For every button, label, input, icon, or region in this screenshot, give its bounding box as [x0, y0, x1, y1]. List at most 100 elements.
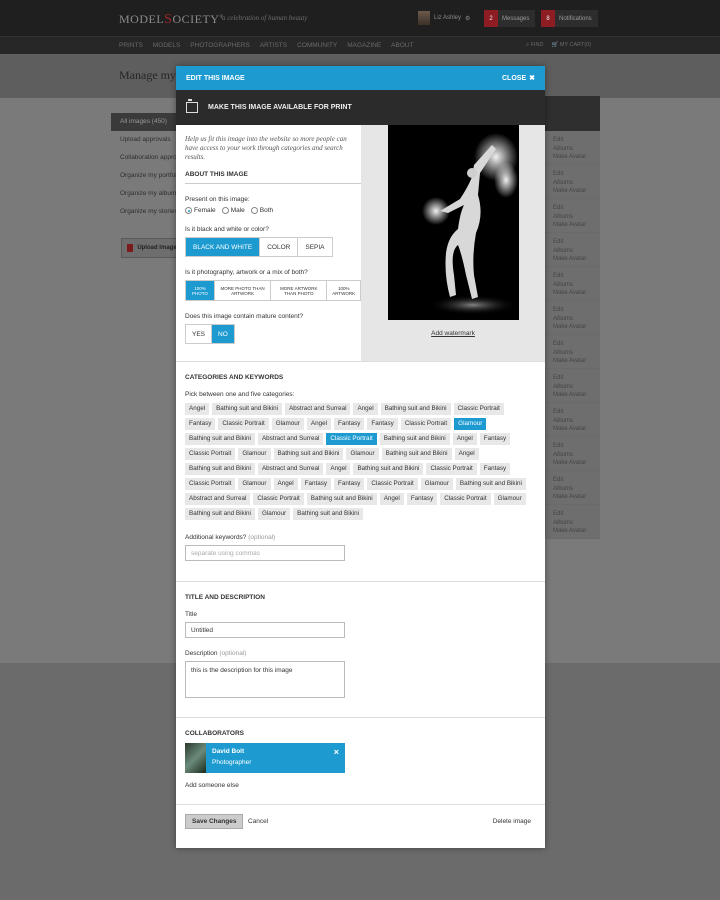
nav-item-about[interactable]: ABOUT	[391, 42, 413, 49]
site-logo[interactable]: MODELSOCIETY®	[119, 12, 224, 28]
albums-link[interactable]: Albums	[553, 145, 600, 154]
make-avatar-link[interactable]: Make Avatar	[553, 187, 600, 196]
category-tag[interactable]: Angel	[353, 403, 378, 415]
edit-link[interactable]: Edit	[553, 238, 600, 247]
save-changes-button[interactable]: Save Changes	[185, 814, 244, 829]
close-button[interactable]: CLOSE ✖	[502, 74, 535, 83]
category-tag[interactable]: Classic Portrait	[253, 493, 304, 505]
albums-link[interactable]: Albums	[553, 451, 600, 460]
sidebar-item-all-images-450[interactable]: All images (450)	[111, 113, 181, 131]
category-tag[interactable]: Angel	[273, 478, 298, 490]
cart-link[interactable]: 🛒 MY CART(0)	[551, 42, 591, 49]
bw-option-color[interactable]: COLOR	[260, 238, 299, 256]
cancel-link[interactable]: Cancel	[248, 818, 268, 825]
category-tag[interactable]: Bathing suit and Bikini	[185, 508, 255, 520]
category-tag[interactable]: Abstract and Surreal	[257, 463, 324, 475]
category-tag[interactable]: Classic Portrait	[453, 403, 504, 415]
print-checkbox[interactable]	[186, 99, 198, 113]
category-tag[interactable]: Abstract and Surreal	[185, 493, 251, 505]
mix-option-more-photo-than-artwork[interactable]: MORE PHOTO THAN ARTWORK	[215, 281, 272, 300]
albums-link[interactable]: Albums	[553, 349, 600, 358]
make-avatar-link[interactable]: Make Avatar	[553, 425, 600, 434]
edit-link[interactable]: Edit	[553, 476, 600, 485]
category-tag[interactable]: Fantasy	[406, 493, 438, 505]
category-tag[interactable]: Fantasy	[479, 463, 511, 475]
category-tag[interactable]: Angel	[326, 463, 351, 475]
albums-link[interactable]: Albums	[553, 213, 600, 222]
category-tag[interactable]: Glamour	[238, 448, 271, 460]
find-link[interactable]: ⌕ FIND	[526, 42, 543, 49]
edit-link[interactable]: Edit	[553, 306, 600, 315]
make-avatar-link[interactable]: Make Avatar	[553, 221, 600, 230]
make-avatar-link[interactable]: Make Avatar	[553, 255, 600, 264]
albums-link[interactable]: Albums	[553, 417, 600, 426]
category-tag[interactable]: Fantasy	[479, 433, 511, 445]
nav-item-community[interactable]: COMMUNITY	[297, 42, 337, 49]
edit-link[interactable]: Edit	[553, 510, 600, 519]
category-tag[interactable]: Angel	[306, 418, 332, 430]
make-avatar-link[interactable]: Make Avatar	[553, 459, 600, 468]
category-tag[interactable]: Classic Portrait	[218, 418, 269, 430]
mature-option-yes[interactable]: YES	[186, 325, 213, 343]
category-tag[interactable]: Fantasy	[334, 418, 365, 430]
category-tag[interactable]: Glamour	[271, 418, 304, 430]
radio-circle[interactable]	[250, 207, 258, 214]
nav-item-magazine[interactable]: MAGAZINE	[347, 42, 381, 49]
make-avatar-link[interactable]: Make Avatar	[553, 357, 600, 366]
nav-item-artists[interactable]: ARTISTS	[260, 42, 287, 49]
mix-option-more-artwork-than-photo[interactable]: MORE ARTWORK THAN PHOTO	[271, 281, 328, 300]
edit-link[interactable]: Edit	[553, 170, 600, 179]
sidebar-item-organize-my-portfolio[interactable]: Organize my portfolio	[111, 167, 181, 185]
albums-link[interactable]: Albums	[553, 247, 600, 256]
category-tag[interactable]: Bathing suit and Bikini	[273, 448, 344, 460]
category-tag[interactable]: Classic Portrait	[440, 493, 491, 505]
sidebar-item-organize-my-albums[interactable]: Organize my albums	[111, 185, 181, 203]
category-tag[interactable]: Bathing suit and Bikini	[293, 508, 364, 520]
edit-link[interactable]: Edit	[553, 204, 600, 213]
category-tag[interactable]: Classic Portrait	[326, 433, 377, 445]
mix-option-100-artwork[interactable]: 100% ARTWORK	[327, 281, 360, 300]
category-tag[interactable]: Classic Portrait	[400, 418, 452, 430]
nav-item-prints[interactable]: PRINTS	[119, 42, 143, 49]
notifications-button[interactable]: 8 Notifications	[541, 10, 598, 27]
add-watermark-link[interactable]: Add watermark	[361, 330, 545, 337]
gear-icon[interactable]: ⚙	[465, 15, 470, 22]
category-tag[interactable]: Glamour	[454, 418, 487, 430]
bw-option-sepia[interactable]: SEPIA	[298, 238, 331, 256]
radio-female[interactable]: Female	[185, 207, 216, 214]
edit-link[interactable]: Edit	[553, 374, 600, 383]
albums-link[interactable]: Albums	[553, 281, 600, 290]
category-tag[interactable]: Angel	[452, 433, 477, 445]
make-avatar-link[interactable]: Make Avatar	[553, 289, 600, 298]
category-tag[interactable]: Glamour	[346, 448, 379, 460]
category-tag[interactable]: Bathing suit and Bikini	[185, 463, 255, 475]
make-avatar-link[interactable]: Make Avatar	[553, 527, 600, 536]
category-tag[interactable]: Bathing suit and Bikini	[380, 403, 451, 415]
category-tag[interactable]: Abstract and Surreal	[285, 403, 351, 415]
radio-circle[interactable]	[185, 207, 192, 214]
category-tag[interactable]: Angel	[185, 403, 210, 415]
category-tag[interactable]: Fantasy	[300, 478, 332, 490]
albums-link[interactable]: Albums	[553, 519, 600, 528]
sidebar-item-organize-my-stories[interactable]: Organize my stories	[111, 203, 181, 221]
mix-option-100-photo[interactable]: 100% PHOTO	[186, 281, 215, 300]
category-tag[interactable]: Glamour	[238, 478, 271, 490]
delete-image-link[interactable]: Delete image	[493, 818, 531, 825]
albums-link[interactable]: Albums	[553, 179, 600, 188]
sidebar-item-upload-approvals[interactable]: Upload approvals	[111, 131, 181, 149]
category-tag[interactable]: Abstract and Surreal	[257, 433, 324, 445]
title-input[interactable]: Untitled	[185, 622, 345, 638]
collaborator-card[interactable]: David Bolt Photographer ×	[185, 743, 345, 773]
user-menu[interactable]: Liz Ashley ⚙	[418, 11, 470, 25]
mature-option-no[interactable]: NO	[212, 325, 234, 343]
description-input[interactable]: this is the description for this image	[185, 661, 345, 698]
category-tag[interactable]: Angel	[454, 448, 479, 460]
edit-link[interactable]: Edit	[553, 340, 600, 349]
category-tag[interactable]: Glamour	[493, 493, 526, 505]
category-tag[interactable]: Glamour	[257, 508, 291, 520]
nav-item-models[interactable]: MODELS	[153, 42, 180, 49]
category-tag[interactable]: Bathing suit and Bikini	[306, 493, 377, 505]
category-tag[interactable]: Classic Portrait	[426, 463, 477, 475]
sidebar-item-collaboration-approvals[interactable]: Collaboration approvals	[111, 149, 181, 167]
add-collaborator-link[interactable]: Add someone else	[185, 782, 536, 789]
